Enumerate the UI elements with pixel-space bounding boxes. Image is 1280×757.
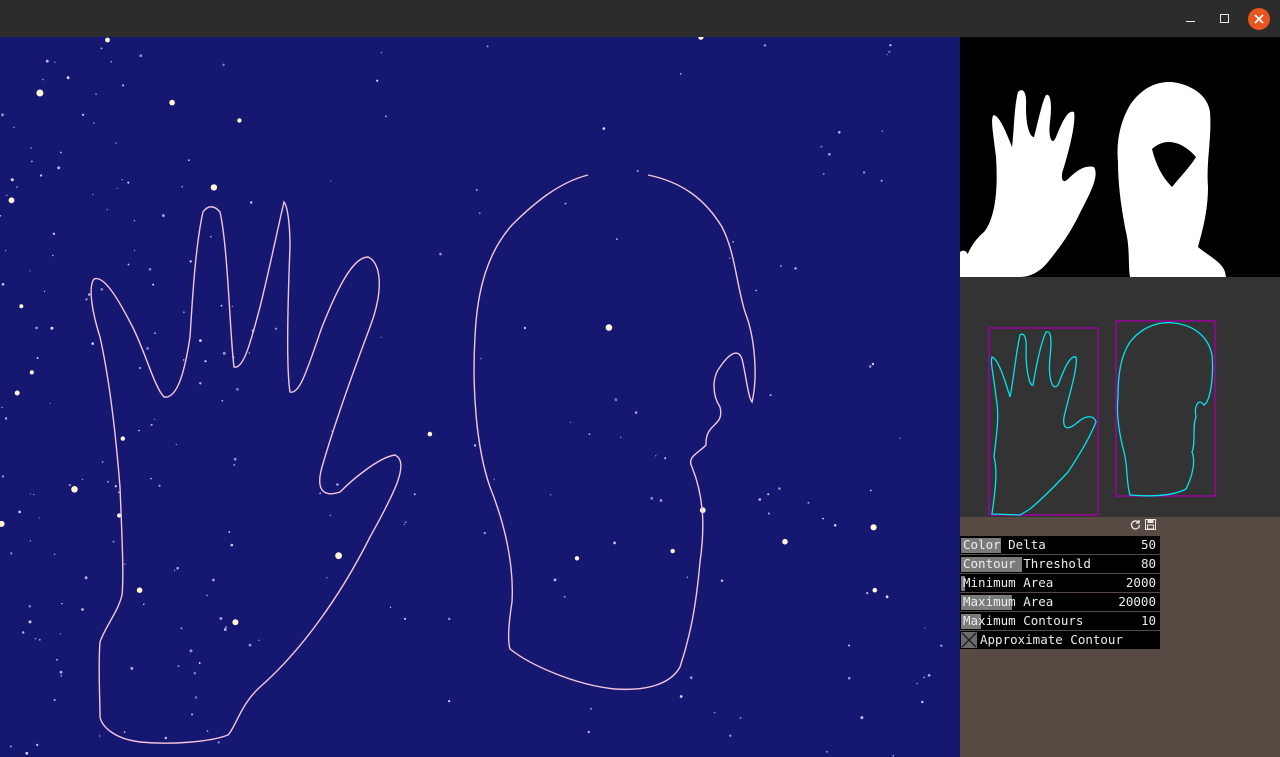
slider-label: Color Delta <box>963 537 1046 552</box>
maximum-area-slider[interactable]: Maximum Area 20000 <box>960 593 1160 611</box>
head-bounding-box <box>1115 320 1216 497</box>
panel-header <box>960 517 1160 536</box>
head-outline <box>473 174 756 691</box>
slider-label: Contour Threshold <box>963 556 1091 571</box>
mask-hand <box>962 90 1096 277</box>
slider-label: Minimum Area <box>963 575 1054 590</box>
slider-value: 20000 <box>1118 594 1156 609</box>
checkbox-checked-icon[interactable] <box>961 632 977 648</box>
maximize-icon[interactable] <box>1214 8 1236 30</box>
approximate-contour-toggle[interactable]: Approximate Contour <box>960 631 1160 649</box>
contour-view <box>960 277 1280 517</box>
slider-value: 50 <box>1140 537 1156 552</box>
slider-value: 2000 <box>1125 575 1156 590</box>
slider-label: Maximum Contours <box>963 613 1084 628</box>
toggle-label: Approximate Contour <box>980 632 1123 647</box>
minimize-icon[interactable] <box>1180 8 1202 30</box>
threshold-mask-view <box>960 37 1280 277</box>
title-bar <box>0 0 1280 37</box>
maximum-contours-slider[interactable]: Maximum Contours 10 <box>960 612 1160 630</box>
control-panel: Color Delta 50 Contour Threshold 80 Mini… <box>960 517 1160 650</box>
refresh-icon[interactable] <box>1130 519 1141 530</box>
hand-bounding-box <box>988 327 1099 516</box>
close-icon[interactable] <box>1248 8 1270 30</box>
silhouette-outlines <box>90 174 756 744</box>
contour-threshold-slider[interactable]: Contour Threshold 80 <box>960 555 1160 573</box>
slider-value: 80 <box>1140 556 1156 571</box>
projection-canvas[interactable] <box>0 37 960 757</box>
hand-outline <box>90 200 402 744</box>
slider-value: 10 <box>1140 613 1156 628</box>
hand-contour <box>990 331 1097 516</box>
color-delta-slider[interactable]: Color Delta 50 <box>960 536 1160 554</box>
head-contour <box>1116 321 1214 497</box>
save-icon[interactable] <box>1145 519 1156 530</box>
minimum-area-slider[interactable]: Minimum Area 2000 <box>960 574 1160 592</box>
slider-label: Maximum Area <box>963 594 1054 609</box>
